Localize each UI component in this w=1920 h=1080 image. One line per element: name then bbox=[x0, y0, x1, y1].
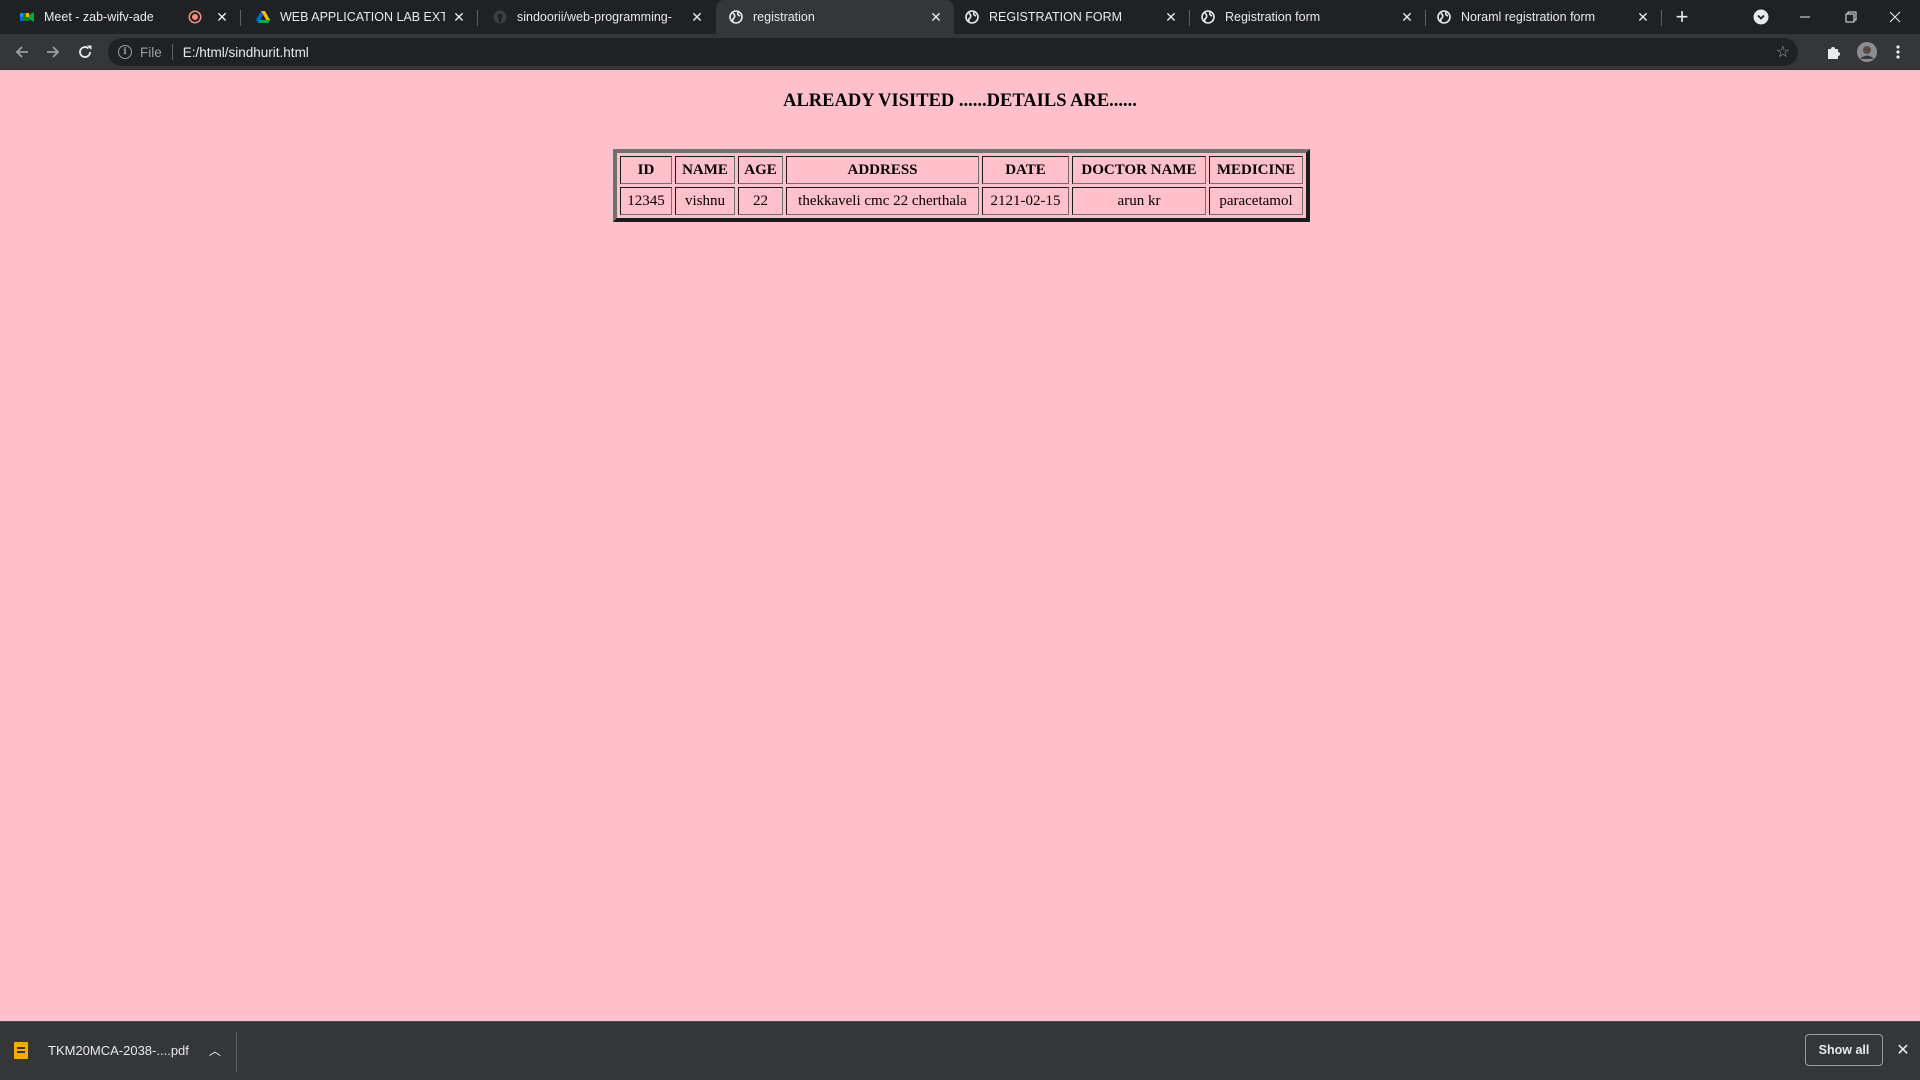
close-icon bbox=[1889, 11, 1901, 23]
google-drive-icon bbox=[256, 10, 270, 24]
tab-registration[interactable]: registration ✕ bbox=[716, 0, 954, 34]
close-tab-icon[interactable]: ✕ bbox=[214, 9, 230, 25]
page-heading: ALREADY VISITED ......DETAILS ARE...... bbox=[783, 91, 1137, 111]
extensions-button[interactable] bbox=[1822, 39, 1846, 65]
tab-github[interactable]: sindoorii/web-programming- ✕ bbox=[477, 0, 715, 34]
show-all-button[interactable]: Show all bbox=[1805, 1034, 1883, 1066]
cell-id: 12345 bbox=[620, 187, 672, 215]
close-tab-icon[interactable]: ✕ bbox=[1163, 9, 1179, 25]
download-shelf: TKM20MCA-2038-....pdf ︿ Show all ✕ bbox=[0, 1021, 1920, 1080]
restore-button[interactable] bbox=[1836, 0, 1866, 34]
address-bar[interactable]: i File E:/html/sindhurit.html ☆ bbox=[108, 38, 1798, 66]
globe-icon bbox=[729, 10, 743, 24]
tab-title: WEB APPLICATION LAB EXTERN bbox=[280, 10, 445, 24]
address-divider bbox=[171, 44, 173, 60]
info-icon[interactable]: i bbox=[118, 45, 132, 59]
tab-drive[interactable]: WEB APPLICATION LAB EXTERN ✕ bbox=[240, 0, 477, 34]
tab-meet[interactable]: Meet - zab-wifv-ade ✕ bbox=[0, 0, 240, 34]
tab-title: REGISTRATION FORM bbox=[989, 10, 1123, 24]
column-header-id: ID bbox=[620, 156, 672, 184]
recording-indicator-icon bbox=[190, 12, 200, 22]
cell-name: vishnu bbox=[675, 187, 735, 215]
chevron-down-circle-icon bbox=[1753, 9, 1769, 25]
tab-registration-form[interactable]: Registration form ✕ bbox=[1189, 0, 1425, 34]
minimize-icon bbox=[1800, 16, 1810, 18]
column-header-name: NAME bbox=[675, 156, 735, 184]
reload-button[interactable] bbox=[72, 39, 98, 65]
tab-divider bbox=[1661, 10, 1662, 26]
tab-noraml-registration-form[interactable]: Noraml registration form ✕ bbox=[1425, 0, 1661, 34]
download-file-name: TKM20MCA-2038-....pdf bbox=[48, 1043, 189, 1058]
arrow-left-icon bbox=[15, 46, 28, 58]
browser-tab-strip: Meet - zab-wifv-ade ✕ WEB APPLICATION LA… bbox=[0, 0, 1920, 34]
download-item[interactable]: TKM20MCA-2038-....pdf ︿ bbox=[14, 1022, 236, 1079]
globe-icon bbox=[1437, 10, 1451, 24]
cell-medicine: paracetamol bbox=[1209, 187, 1303, 215]
column-header-address: ADDRESS bbox=[786, 156, 979, 184]
kebab-menu-icon bbox=[1896, 45, 1900, 59]
tab-search-button[interactable] bbox=[1750, 0, 1772, 34]
close-tab-icon[interactable]: ✕ bbox=[1635, 9, 1651, 25]
profile-avatar[interactable] bbox=[1854, 39, 1880, 65]
chevron-up-icon[interactable]: ︿ bbox=[209, 1042, 221, 1059]
cell-age: 22 bbox=[738, 187, 783, 215]
tab-title: Registration form bbox=[1225, 10, 1321, 24]
close-shelf-icon[interactable]: ✕ bbox=[1893, 1040, 1913, 1060]
new-tab-button[interactable]: + bbox=[1669, 0, 1695, 34]
plus-icon: + bbox=[1675, 4, 1689, 29]
close-tab-icon[interactable]: ✕ bbox=[1399, 9, 1415, 25]
column-header-age: AGE bbox=[738, 156, 783, 184]
shelf-divider bbox=[236, 1032, 237, 1072]
details-table-wrapper: ID NAME AGE ADDRESS DATE DOCTOR NAME MED… bbox=[613, 149, 1310, 222]
arrow-right-icon bbox=[47, 46, 60, 58]
table-row: 12345 vishnu 22 thekkaveli cmc 22 cherth… bbox=[620, 187, 1303, 215]
globe-icon bbox=[1201, 10, 1215, 24]
reload-icon bbox=[79, 45, 92, 58]
tab-registration-form-upper[interactable]: REGISTRATION FORM ✕ bbox=[954, 0, 1189, 34]
details-table: ID NAME AGE ADDRESS DATE DOCTOR NAME MED… bbox=[613, 149, 1310, 222]
tab-title: Noraml registration form bbox=[1461, 10, 1596, 24]
url-text[interactable]: E:/html/sindhurit.html bbox=[183, 45, 309, 60]
cell-doctor-name: arun kr bbox=[1072, 187, 1206, 215]
cell-address: thekkaveli cmc 22 cherthala bbox=[786, 187, 979, 215]
cell-date: 2121-02-15 bbox=[982, 187, 1069, 215]
github-icon bbox=[493, 10, 507, 24]
table-header-row: ID NAME AGE ADDRESS DATE DOCTOR NAME MED… bbox=[620, 156, 1303, 184]
minimize-button[interactable] bbox=[1790, 0, 1820, 34]
tab-title: sindoorii/web-programming- bbox=[517, 10, 672, 24]
avatar-icon bbox=[1857, 42, 1877, 62]
close-tab-icon[interactable]: ✕ bbox=[689, 9, 705, 25]
browser-toolbar: i File E:/html/sindhurit.html ☆ bbox=[0, 34, 1920, 70]
page-viewport: ALREADY VISITED ......DETAILS ARE...... … bbox=[0, 70, 1920, 1021]
tab-title: registration bbox=[753, 10, 815, 24]
column-header-medicine: MEDICINE bbox=[1209, 156, 1303, 184]
close-tab-icon[interactable]: ✕ bbox=[451, 9, 467, 25]
close-window-button[interactable] bbox=[1880, 0, 1910, 34]
bookmark-star-icon[interactable]: ☆ bbox=[1776, 42, 1790, 62]
column-header-doctor-name: DOCTOR NAME bbox=[1072, 156, 1206, 184]
restore-icon bbox=[1845, 11, 1857, 23]
back-button[interactable] bbox=[9, 39, 35, 65]
column-header-date: DATE bbox=[982, 156, 1069, 184]
tab-title: Meet - zab-wifv-ade bbox=[44, 10, 154, 24]
puzzle-icon bbox=[1828, 47, 1840, 59]
pdf-file-icon bbox=[14, 1042, 28, 1059]
forward-button[interactable] bbox=[40, 39, 66, 65]
google-meet-icon bbox=[20, 10, 34, 24]
close-tab-icon[interactable]: ✕ bbox=[928, 9, 944, 25]
menu-button[interactable] bbox=[1888, 39, 1908, 65]
globe-icon bbox=[965, 10, 979, 24]
url-scheme-label: File bbox=[140, 44, 162, 60]
